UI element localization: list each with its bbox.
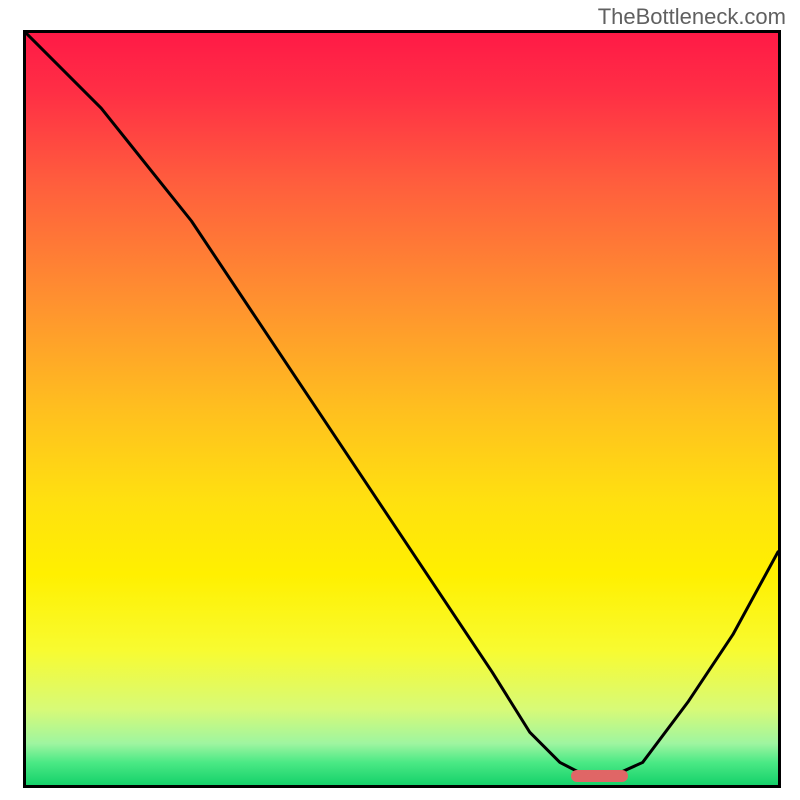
bottleneck-curve	[26, 33, 778, 785]
optimal-range-marker	[571, 770, 627, 783]
chart-frame: TheBottleneck.com	[0, 0, 800, 800]
watermark-text: TheBottleneck.com	[598, 4, 786, 30]
plot-area	[23, 30, 781, 788]
